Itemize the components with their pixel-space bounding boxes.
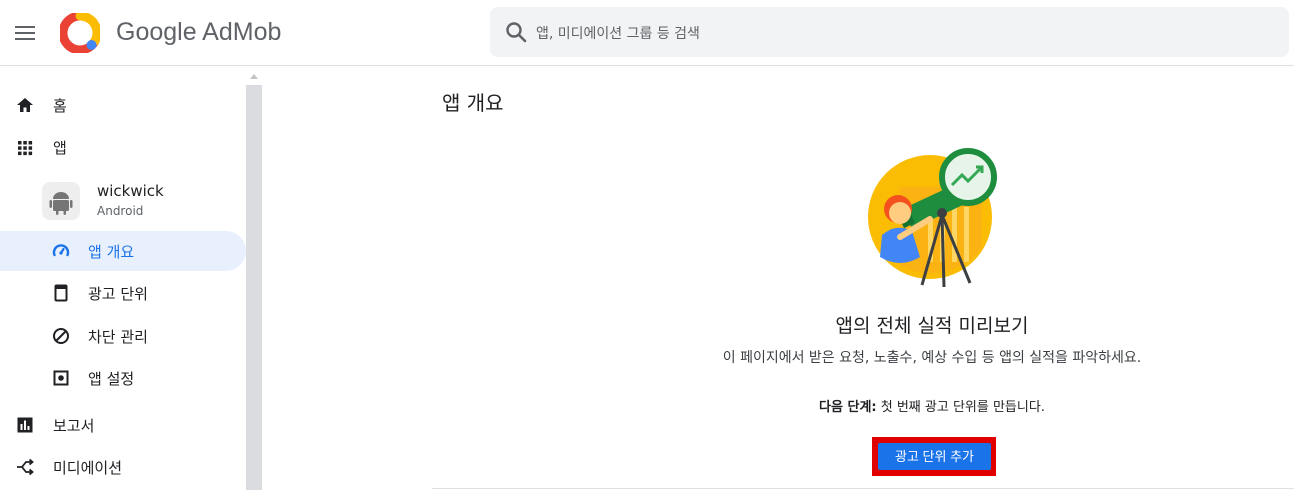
add-ad-unit-button[interactable]: 광고 단위 추가 [878,443,991,470]
block-icon [53,328,69,344]
admob-logo[interactable] [60,13,100,53]
settings-icon [53,370,69,386]
ad-unit-icon [54,284,68,302]
search-placeholder: 앱, 미디에이션 그룹 등 검색 [536,26,700,42]
next-step-text: 다음 단계: 첫 번째 광고 단위를 만듭니다. [432,396,1294,415]
brand-name: Google AdMob [116,18,282,46]
sidebar-item-app-overview[interactable]: 앱 개요 [0,231,246,271]
sidebar-item-label: 광고 단위 [88,285,148,303]
top-app-bar: Google AdMob 앱, 미디에이션 그룹 등 검색 [0,0,1294,66]
search-input[interactable]: 앱, 미디에이션 그룹 등 검색 [490,7,1289,57]
android-icon [49,192,73,215]
app-name: wickwick [97,182,164,200]
telescope-illustration [868,148,997,288]
sidebar-item-mediation[interactable]: 미디에이션 [0,447,246,487]
mediation-icon [17,458,34,476]
sidebar-scrollbar[interactable] [246,85,262,490]
sidebar-item-label: 앱 개요 [88,243,135,261]
sidebar: 홈 앱 wickwick Android 앱 개요 광고 단위 차단 관리 앱 … [0,67,262,490]
app-selector[interactable]: wickwick Android [0,177,246,229]
sidebar-item-label: 보고서 [53,417,95,435]
sidebar-item-blocking[interactable]: 차단 관리 [0,316,246,356]
next-step-label: 다음 단계: [819,400,877,415]
gauge-icon [52,244,70,257]
main-content: 앱 개요 앱의 전체 실적 미리보기 이 페이지에서 받은 요청, 노출수, 예… [262,67,1294,490]
apps-grid-icon [18,141,33,156]
sidebar-item-ad-units[interactable]: 광고 단위 [0,273,246,313]
page-title: 앱 개요 [442,91,504,115]
menu-icon[interactable] [12,20,38,46]
sidebar-item-label: 앱 설정 [88,370,135,388]
sidebar-item-reports[interactable]: 보고서 [0,405,246,445]
sidebar-item-apps[interactable]: 앱 [0,127,246,167]
app-avatar [42,182,80,220]
divider [432,488,1294,489]
home-icon [17,98,33,112]
app-platform: Android [97,204,144,218]
sidebar-item-home[interactable]: 홈 [0,85,246,125]
sidebar-item-label: 미디에이션 [53,459,123,477]
sidebar-item-label: 차단 관리 [88,328,148,346]
search-icon [506,22,527,43]
sidebar-item-app-settings[interactable]: 앱 설정 [0,358,246,398]
next-step-body: 첫 번째 광고 단위를 만듭니다. [876,400,1045,415]
bar-chart-icon [17,417,33,433]
scroll-up-arrow-icon[interactable] [250,74,258,79]
empty-state-description: 이 페이지에서 받은 요청, 노출수, 예상 수입 등 앱의 실적을 파악하세요… [722,350,1142,366]
sidebar-item-label: 홈 [53,97,67,115]
sidebar-item-label: 앱 [53,139,67,157]
empty-state-headline: 앱의 전체 실적 미리보기 [835,315,1029,337]
